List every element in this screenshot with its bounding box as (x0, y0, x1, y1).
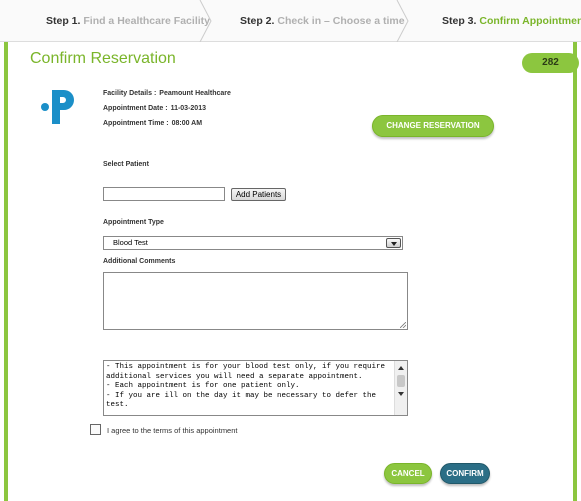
additional-comments-label: Additional Comments (103, 258, 176, 265)
step-3[interactable]: Step 3. Confirm Appointment (442, 0, 581, 42)
resize-grip-icon[interactable] (400, 322, 406, 328)
step-1-number: Step 1. (46, 15, 81, 27)
step-2[interactable]: Step 2. Check in – Choose a time (240, 0, 405, 42)
facility-value: Peamount Healthcare (159, 90, 231, 97)
step-3-label: Confirm Appointment (479, 15, 581, 27)
agree-checkbox[interactable] (90, 424, 101, 435)
scroll-up-icon[interactable] (398, 366, 404, 370)
facility-details: Facility Details : Peamount Healthcare (103, 90, 231, 97)
confirm-button[interactable]: CONFIRM (440, 463, 490, 484)
date-value: 11-03-2013 (170, 105, 206, 112)
step-2-number: Step 2. (240, 15, 275, 27)
step-1-label: Find a Healthcare Facility (83, 15, 210, 27)
scroll-thumb[interactable] (397, 375, 405, 387)
page-title: Confirm Reservation (30, 50, 176, 67)
select-patient-label: Select Patient (103, 161, 149, 168)
time-value: 08:00 AM (171, 120, 203, 127)
count-badge: 282 (522, 53, 579, 73)
chevron-right-icon (199, 0, 212, 42)
facility-logo (41, 90, 74, 124)
step-3-number: Step 3. (442, 15, 477, 27)
appointment-type-label: Appointment Type (103, 219, 164, 226)
appointment-date: Appointment Date :11-03-2013 (103, 105, 206, 112)
terms-textarea[interactable]: - This appointment is for your blood tes… (103, 360, 408, 416)
date-label: Appointment Date : (103, 105, 168, 112)
time-label: Appointment Time : (103, 120, 169, 127)
change-reservation-button[interactable]: CHANGE RESERVATION (372, 115, 494, 137)
cancel-button[interactable]: CANCEL (384, 463, 432, 484)
terms-text: - This appointment is for your blood tes… (106, 363, 386, 410)
step-1[interactable]: Step 1. Find a Healthcare Facility (46, 0, 210, 42)
steps-bar: Step 1. Find a Healthcare Facility Step … (0, 0, 581, 42)
comments-textarea[interactable] (103, 272, 408, 330)
scroll-down-icon[interactable] (398, 392, 404, 396)
appointment-type-value: Blood Test (113, 238, 148, 247)
patient-input[interactable] (103, 187, 225, 201)
add-patients-button[interactable]: Add Patients (231, 188, 286, 201)
dropdown-arrow-icon[interactable] (386, 238, 401, 248)
appointment-type-select[interactable]: Blood Test (103, 236, 403, 250)
step-2-label: Check in – Choose a time (277, 15, 405, 27)
facility-label: Facility Details : (103, 90, 157, 97)
terms-scrollbar[interactable] (394, 361, 407, 415)
appointment-time: Appointment Time :08:00 AM (103, 120, 202, 127)
chevron-right-icon (396, 0, 409, 42)
agree-label: I agree to the terms of this appointment (107, 426, 238, 435)
